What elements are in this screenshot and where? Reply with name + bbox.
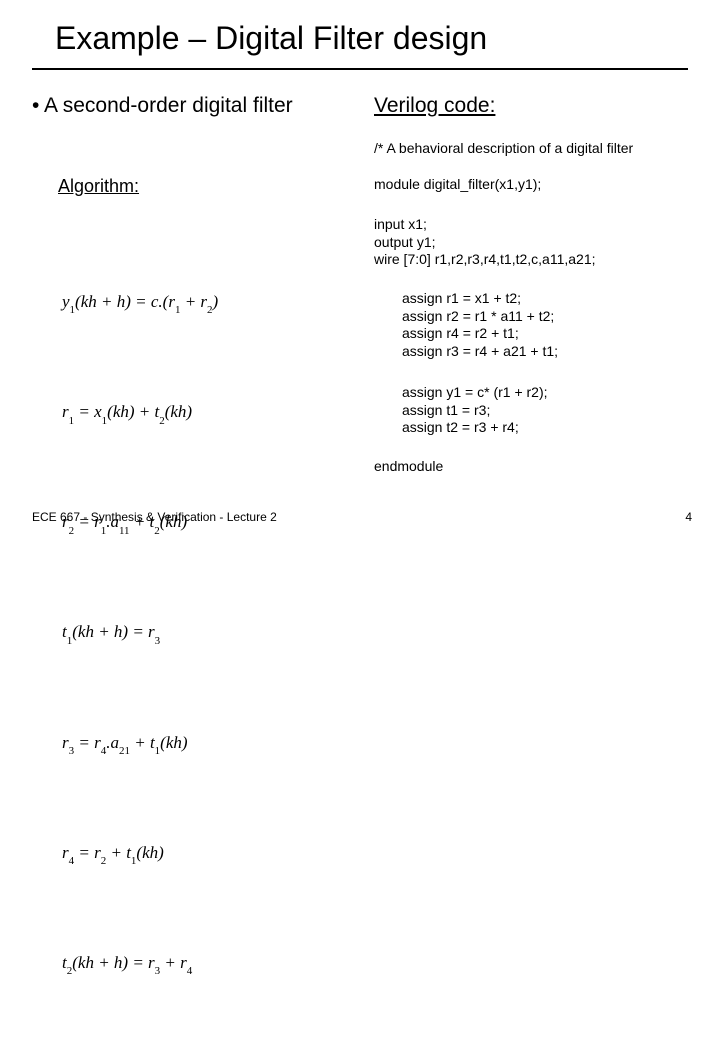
code-endmodule: endmodule: [374, 458, 443, 474]
code-module-line: module digital_filter(x1,y1);: [374, 176, 541, 192]
code-declarations: input x1; output y1; wire [7:0] r1,r2,r3…: [374, 216, 596, 269]
code-assign-block-2: assign y1 = c* (r1 + r2); assign t1 = r3…: [402, 384, 548, 437]
equation-2: r1 = x1(kh) + t2(kh): [62, 394, 218, 431]
algorithm-heading: Algorithm:: [58, 176, 139, 197]
footer-text: ECE 667 - Synthesis & Verification - Lec…: [32, 510, 277, 524]
equation-7: t2(kh + h) = r3 + r4: [62, 945, 218, 982]
bullet-text: • A second-order digital filter: [32, 94, 293, 118]
code-assign-block-1: assign r1 = x1 + t2; assign r2 = r1 * a1…: [402, 290, 558, 360]
equation-5: r3 = r4.a21 + t1(kh): [62, 725, 218, 762]
page-number: 4: [685, 510, 692, 524]
equation-1: y1(kh + h) = c.(r1 + r2): [62, 284, 218, 321]
equation-6: r4 = r2 + t1(kh): [62, 835, 218, 872]
slide: Example – Digital Filter design • A seco…: [0, 0, 720, 540]
algorithm-equations: y1(kh + h) = c.(r1 + r2) r1 = x1(kh) + t…: [62, 211, 218, 1055]
title-rule: [32, 68, 688, 70]
verilog-heading: Verilog code:: [374, 94, 495, 118]
slide-title: Example – Digital Filter design: [55, 20, 487, 57]
equation-4: t1(kh + h) = r3: [62, 614, 218, 651]
code-comment: /* A behavioral description of a digital…: [374, 140, 633, 156]
